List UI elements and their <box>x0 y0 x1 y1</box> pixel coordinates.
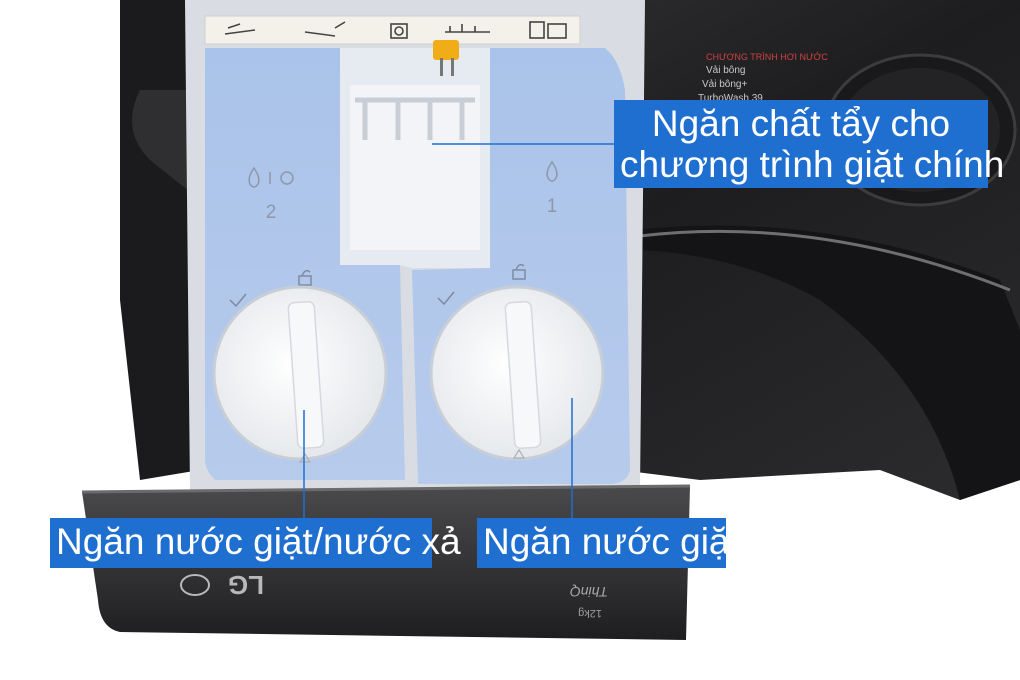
compartment-left-number: 2 <box>266 202 277 223</box>
panel-line-1: Vải bông <box>706 65 745 76</box>
brand-text: LG <box>228 570 264 600</box>
panel-heading: CHƯƠNG TRÌNH HƠI NƯỚC <box>706 52 828 62</box>
model-tag-text: ThinQ <box>570 584 608 600</box>
panel-line-2: Vải bông+ <box>702 79 747 90</box>
callout-detergent-softener: Ngăn nước giặt/nước xả <box>50 518 461 568</box>
callout-main-wash-bleach-line2: chương trình giặt chính <box>620 144 1005 185</box>
callout-detergent: Ngăn nước giặt <box>477 518 740 568</box>
yellow-latch <box>433 40 459 60</box>
instruction-label <box>204 15 581 45</box>
callout-main-wash-bleach: Ngăn chất tẩy cho chương trình giặt chín… <box>614 100 1005 188</box>
compartment-right-number: 1 <box>547 196 558 217</box>
capacity-text: 12kg <box>578 607 602 619</box>
callout-main-wash-bleach-line1: Ngăn chất tẩy cho <box>651 103 951 144</box>
